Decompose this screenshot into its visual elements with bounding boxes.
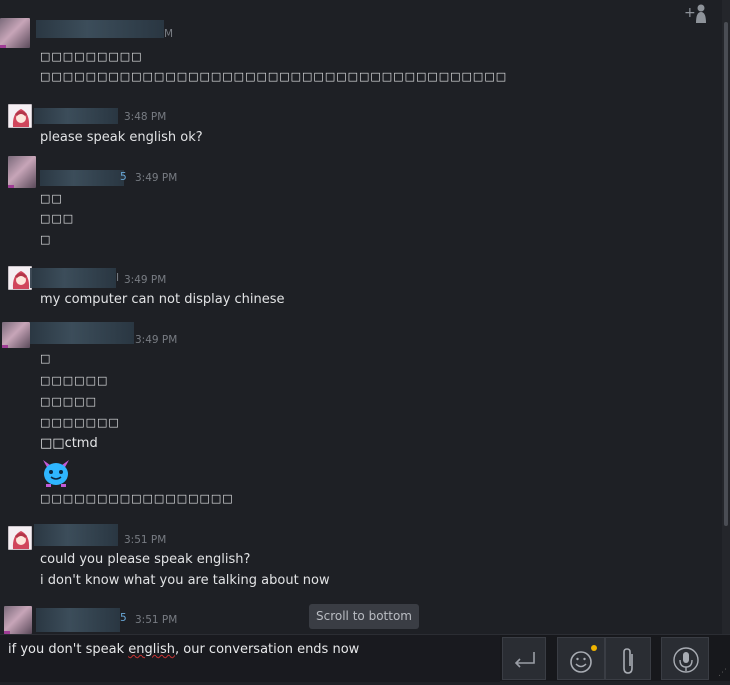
message-text: □□□□□ bbox=[40, 395, 97, 408]
anime-avatar-icon bbox=[9, 527, 31, 549]
input-text: if you don't speak bbox=[8, 642, 129, 657]
paperclip-icon bbox=[623, 648, 633, 674]
message-text: □ bbox=[40, 352, 52, 365]
send-return-icon bbox=[514, 652, 535, 668]
new-emoticon-indicator bbox=[591, 645, 597, 651]
message-group: M □□□□□□□□□ □□□□□□□□□□□□□□□□□□□□□□□□□□□□… bbox=[0, 18, 720, 88]
message-text: □□□□□□□□□□□□□□□□□ bbox=[40, 492, 234, 505]
avatar[interactable] bbox=[8, 526, 32, 550]
message-timestamp: M bbox=[164, 28, 174, 40]
avatar[interactable] bbox=[2, 322, 30, 348]
message-text: i don't know what you are talking about … bbox=[40, 573, 330, 588]
message-text: □□□□□□□□□ bbox=[40, 50, 143, 63]
message-text: □□□ bbox=[40, 212, 75, 225]
scrollbar-thumb[interactable] bbox=[724, 22, 728, 526]
message-group: 3:49 PM □ □□□□□□ □□□□□ □□□□□□□ □□ctmd □□… bbox=[0, 322, 720, 512]
avatar[interactable] bbox=[8, 104, 32, 128]
blue-creature-emoticon-icon[interactable] bbox=[40, 456, 72, 488]
message-text: □□□□□□□□□□□□□□□□□□□□□□□□□□□□□□□□□□□□□□□□… bbox=[40, 70, 508, 83]
avatar[interactable] bbox=[4, 606, 32, 634]
chat-history[interactable]: + M □□□□□□□□□ □□□□□□□□□□□□□□□□□□□□□□□□□□… bbox=[0, 0, 722, 634]
sender-name-redacted[interactable] bbox=[34, 108, 118, 124]
message-text: □ bbox=[40, 233, 52, 246]
message-text: my computer can not display chinese bbox=[40, 292, 285, 307]
scroll-to-bottom-button[interactable]: Scroll to bottom bbox=[309, 604, 419, 629]
microphone-icon bbox=[673, 647, 699, 673]
input-text-misspelled: english bbox=[128, 642, 175, 657]
avatar[interactable] bbox=[0, 18, 30, 48]
message-text: □□ bbox=[40, 192, 63, 205]
sender-name-redacted[interactable] bbox=[40, 170, 124, 186]
sender-name-redacted[interactable] bbox=[34, 524, 118, 546]
message-timestamp: 3:51 PM bbox=[124, 534, 167, 546]
message-group: 3:48 PM please speak english ok? bbox=[0, 104, 720, 148]
message-composer: if you don't speak english, our conversa… bbox=[0, 634, 730, 682]
message-text: □□□□□□□ bbox=[40, 416, 120, 429]
send-button[interactable] bbox=[502, 637, 546, 680]
input-text: , our conversation ends now bbox=[174, 642, 360, 657]
emoji-button[interactable] bbox=[557, 637, 605, 680]
message-group: 5 3:49 PM □□ □□□ □ bbox=[0, 156, 720, 252]
anime-avatar-icon bbox=[9, 105, 31, 127]
sender-name-redacted[interactable] bbox=[30, 268, 116, 288]
resize-grip-icon[interactable]: ⋰ bbox=[718, 669, 728, 679]
message-timestamp: 3:49 PM bbox=[135, 334, 178, 346]
message-timestamp: 3:49 PM bbox=[124, 274, 167, 286]
message-input[interactable]: if you don't speak english, our conversa… bbox=[0, 635, 500, 682]
message-timestamp: 3:49 PM bbox=[135, 172, 178, 184]
message-timestamp: 3:51 PM bbox=[135, 614, 178, 626]
avatar[interactable] bbox=[8, 156, 36, 188]
emoji-smiley-icon bbox=[570, 651, 592, 673]
message-timestamp: 3:48 PM bbox=[124, 111, 167, 123]
message-text: please speak english ok? bbox=[40, 130, 203, 145]
sender-name-redacted[interactable] bbox=[36, 20, 164, 38]
sender-name-suffix: 5 bbox=[120, 612, 127, 624]
message-group: I 3:49 PM my computer can not display ch… bbox=[0, 266, 720, 312]
sender-name-redacted[interactable] bbox=[30, 322, 134, 344]
anime-avatar-icon bbox=[9, 267, 31, 289]
voice-chat-button[interactable] bbox=[661, 637, 709, 680]
sender-name-suffix: I bbox=[116, 272, 120, 284]
message-text: □□ctmd bbox=[40, 436, 98, 451]
sender-name-suffix: 5 bbox=[120, 171, 127, 183]
sender-name-redacted[interactable] bbox=[36, 608, 120, 632]
message-group: 3:51 PM could you please speak english? … bbox=[0, 524, 720, 592]
message-text: □□□□□□ bbox=[40, 374, 109, 387]
message-text: could you please speak english? bbox=[40, 552, 251, 567]
attach-button[interactable] bbox=[605, 637, 651, 680]
avatar[interactable] bbox=[8, 266, 32, 290]
